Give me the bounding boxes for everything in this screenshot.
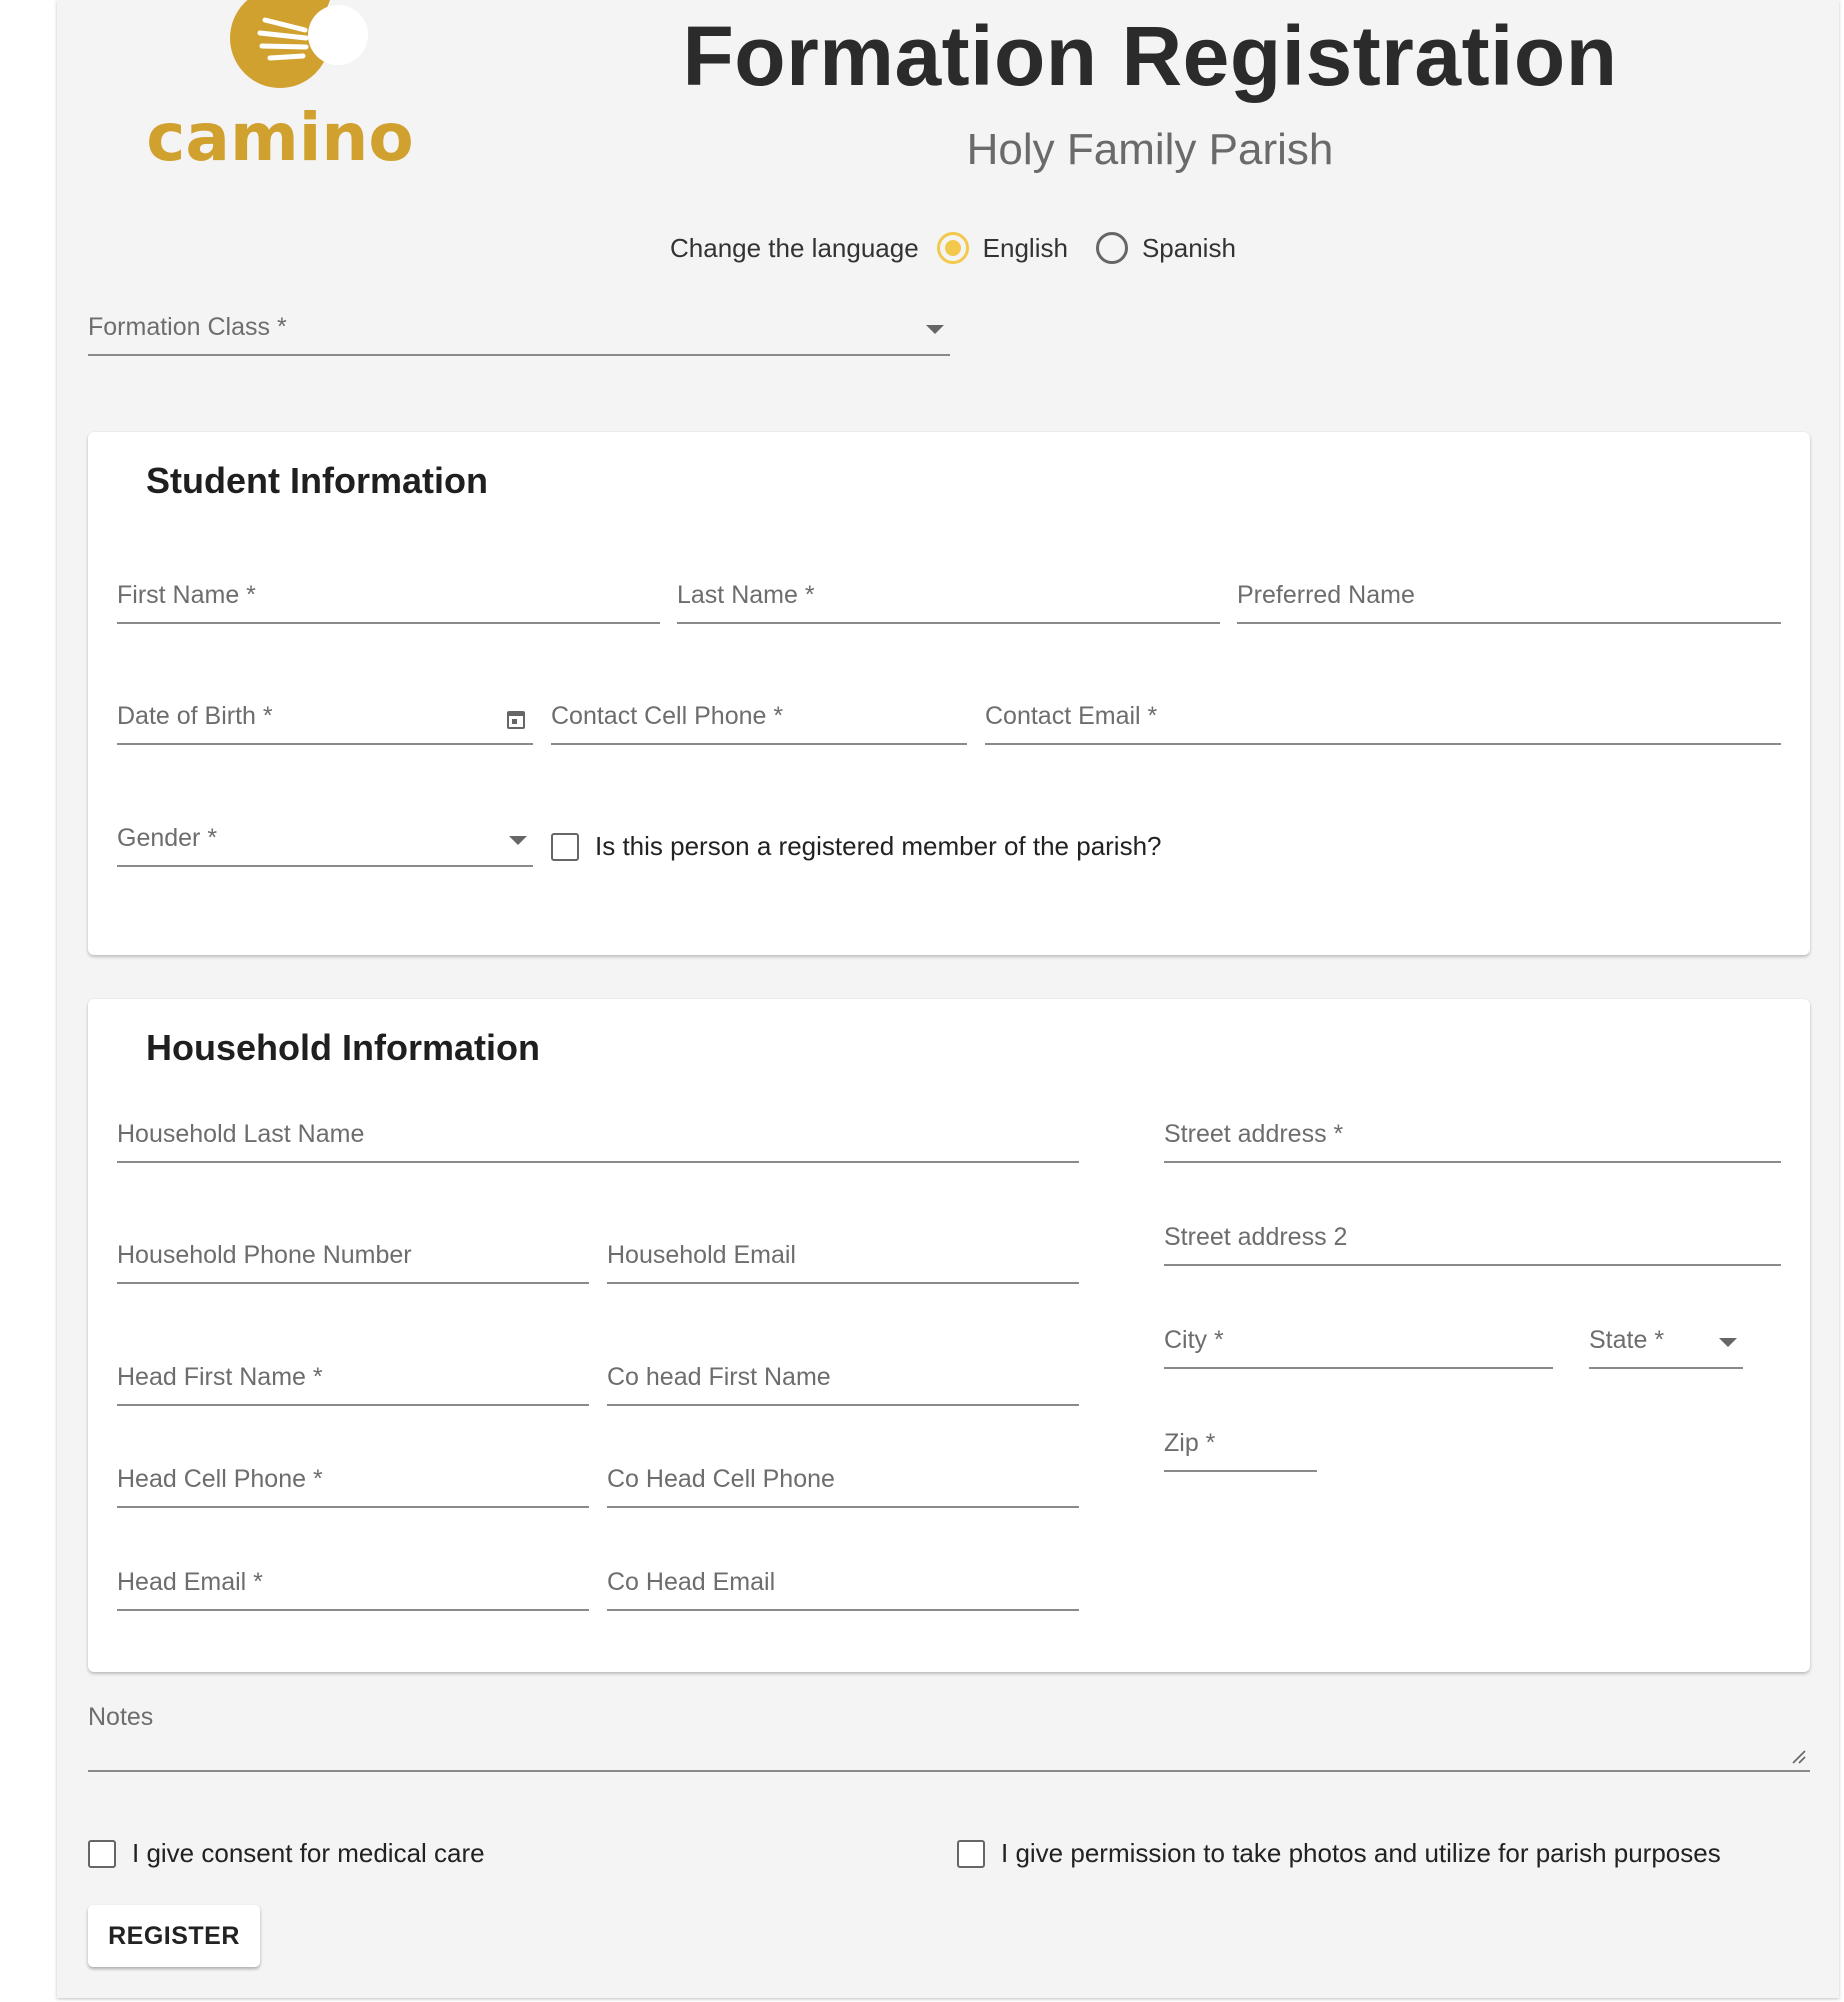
- logo-shell-icon: camino: [146, 0, 414, 176]
- registered-member-label: Is this person a registered member of th…: [595, 831, 1162, 861]
- date-of-birth-field[interactable]: Date of Birth *: [117, 689, 533, 745]
- register-button[interactable]: REGISTER: [88, 1905, 260, 1967]
- page-subtitle: Holy Family Parish: [966, 125, 1334, 174]
- household-last-name-field[interactable]: Household Last Name: [117, 1107, 1079, 1163]
- contact-email-label: Contact Email *: [985, 702, 1158, 730]
- chevron-down-icon: [1719, 1338, 1737, 1347]
- cohead-email-field[interactable]: Co Head Email: [607, 1555, 1079, 1611]
- cohead-email-label: Co Head Email: [607, 1568, 776, 1596]
- language-selector: Change the language English Spanish: [670, 228, 1264, 268]
- city-field[interactable]: City *: [1164, 1313, 1553, 1369]
- street-address-2-field[interactable]: Street address 2: [1164, 1210, 1781, 1266]
- chevron-down-icon: [926, 325, 944, 334]
- logo-wordmark: camino: [146, 99, 413, 175]
- street-address-field[interactable]: Street address *: [1164, 1107, 1781, 1163]
- head-cell-phone-field[interactable]: Head Cell Phone *: [117, 1452, 589, 1508]
- head-first-name-label: Head First Name *: [117, 1363, 323, 1391]
- preferred-name-label: Preferred Name: [1237, 581, 1415, 609]
- language-label: Change the language: [670, 232, 919, 263]
- zip-field[interactable]: Zip *: [1164, 1416, 1317, 1472]
- street-address-2-label: Street address 2: [1164, 1223, 1348, 1251]
- first-name-label: First Name *: [117, 581, 256, 609]
- last-name-field[interactable]: Last Name *: [677, 568, 1220, 624]
- cohead-cell-phone-field[interactable]: Co Head Cell Phone: [607, 1452, 1079, 1508]
- camino-logo: camino: [130, 0, 430, 176]
- household-last-name-label: Household Last Name: [117, 1120, 365, 1148]
- head-email-label: Head Email *: [117, 1568, 263, 1596]
- notes-label: Notes: [88, 1703, 154, 1731]
- head-email-field[interactable]: Head Email *: [117, 1555, 589, 1611]
- household-phone-label: Household Phone Number: [117, 1241, 412, 1269]
- calendar-icon[interactable]: [507, 711, 525, 729]
- head-first-name-field[interactable]: Head First Name *: [117, 1350, 589, 1406]
- radio-english[interactable]: [936, 232, 969, 264]
- state-select[interactable]: State *: [1589, 1313, 1743, 1369]
- radio-spanish[interactable]: [1095, 232, 1128, 264]
- medical-consent-checkbox[interactable]: [88, 1839, 116, 1868]
- last-name-label: Last Name *: [677, 581, 815, 609]
- photo-permission-row[interactable]: I give permission to take photos and uti…: [957, 1838, 1721, 1869]
- street-address-label: Street address *: [1164, 1120, 1344, 1148]
- state-label: State *: [1589, 1326, 1665, 1354]
- medical-consent-row[interactable]: I give consent for medical care: [88, 1838, 485, 1869]
- first-name-field[interactable]: First Name *: [117, 568, 660, 624]
- formation-class-label: Formation Class *: [88, 313, 287, 341]
- contact-cell-phone-field[interactable]: Contact Cell Phone *: [551, 689, 967, 745]
- resize-handle-icon[interactable]: [1790, 1748, 1806, 1764]
- formation-class-select[interactable]: Formation Class *: [88, 300, 950, 356]
- chevron-down-icon: [509, 836, 527, 845]
- cohead-first-name-label: Co head First Name: [607, 1363, 831, 1391]
- head-cell-phone-label: Head Cell Phone *: [117, 1465, 323, 1493]
- zip-label: Zip *: [1164, 1429, 1216, 1457]
- household-email-label: Household Email: [607, 1241, 796, 1269]
- photo-permission-label: I give permission to take photos and uti…: [1001, 1838, 1721, 1868]
- contact-email-field[interactable]: Contact Email *: [985, 689, 1781, 745]
- city-label: City *: [1164, 1326, 1224, 1354]
- registered-member-checkbox[interactable]: [551, 832, 579, 861]
- student-section-title: Student Information: [146, 460, 488, 501]
- gender-select[interactable]: Gender *: [117, 811, 533, 867]
- medical-consent-label: I give consent for medical care: [132, 1838, 485, 1868]
- english-label[interactable]: English: [983, 233, 1068, 264]
- dob-label: Date of Birth *: [117, 702, 273, 730]
- page-title: Formation Registration: [682, 9, 1618, 103]
- registered-member-checkbox-row[interactable]: Is this person a registered member of th…: [551, 831, 1162, 862]
- contact-cell-phone-label: Contact Cell Phone *: [551, 702, 784, 730]
- household-email-field[interactable]: Household Email: [607, 1228, 1079, 1284]
- notes-textarea[interactable]: [88, 1770, 1810, 1772]
- cohead-first-name-field[interactable]: Co head First Name: [607, 1350, 1079, 1406]
- spanish-label[interactable]: Spanish: [1142, 233, 1236, 264]
- gender-label: Gender *: [117, 824, 218, 852]
- household-section-title: Household Information: [146, 1027, 540, 1068]
- preferred-name-field[interactable]: Preferred Name: [1237, 568, 1781, 624]
- photo-permission-checkbox[interactable]: [957, 1839, 985, 1868]
- household-phone-field[interactable]: Household Phone Number: [117, 1228, 589, 1284]
- cohead-cell-phone-label: Co Head Cell Phone: [607, 1465, 835, 1493]
